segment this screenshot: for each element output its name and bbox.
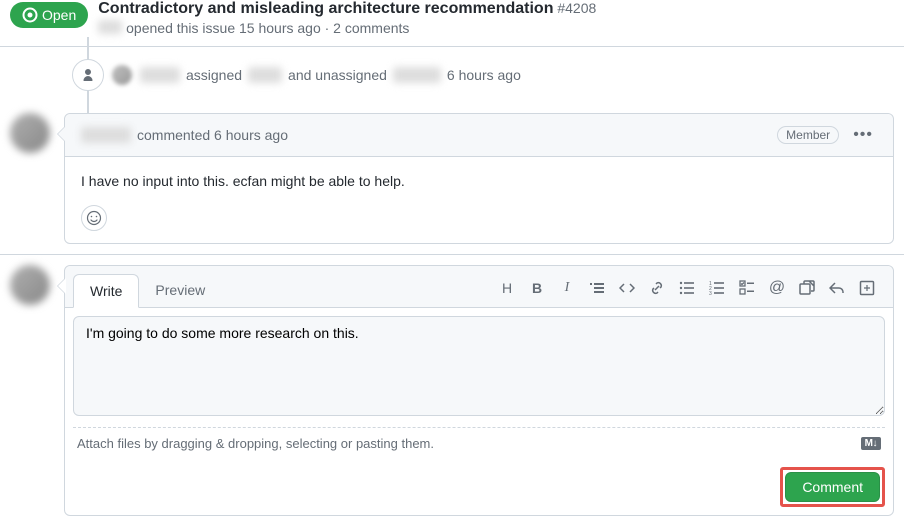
status-badge: Open [10, 2, 88, 28]
kebab-menu-icon[interactable]: ••• [849, 122, 877, 148]
numbered-list-icon[interactable]: 123 [709, 280, 725, 296]
smiley-icon [86, 210, 102, 226]
avatar [10, 113, 50, 153]
comment-textarea[interactable] [73, 316, 885, 416]
bold-icon[interactable]: B [529, 280, 545, 296]
avatar [112, 65, 132, 85]
issue-open-icon [22, 7, 38, 23]
comment-action: commented 6 hours ago [137, 127, 288, 143]
markdown-icon[interactable]: M↓ [861, 437, 881, 450]
reply-icon[interactable] [829, 280, 845, 296]
status-label: Open [42, 7, 76, 23]
cross-reference-icon[interactable] [799, 280, 815, 296]
comment-button-highlight: Comment [780, 467, 885, 507]
link-icon[interactable] [649, 280, 665, 296]
member-badge: Member [777, 126, 839, 144]
new-comment-box: Write Preview H B I 123 @ [64, 265, 894, 516]
tab-preview[interactable]: Preview [139, 274, 221, 307]
comment-button[interactable]: Comment [785, 472, 880, 502]
person-icon [72, 59, 104, 91]
bullet-list-icon[interactable] [679, 280, 695, 296]
quote-icon[interactable] [589, 280, 605, 296]
author-avatar-blur [98, 20, 122, 34]
task-list-icon[interactable] [739, 280, 755, 296]
issue-header: Open Contradictory and misleading archit… [0, 0, 904, 47]
issue-title: Contradictory and misleading architectur… [98, 0, 553, 17]
issue-subline: opened this issue 15 hours ago · 2 comme… [126, 20, 409, 36]
suggestion-icon[interactable] [859, 280, 875, 296]
svg-text:3: 3 [709, 291, 712, 296]
mention-icon[interactable]: @ [769, 280, 785, 296]
comment-box: commented 6 hours ago Member ••• I have … [64, 113, 894, 244]
italic-icon[interactable]: I [559, 280, 575, 296]
code-icon[interactable] [619, 280, 635, 296]
tab-write[interactable]: Write [73, 274, 139, 308]
heading-icon[interactable]: H [499, 280, 515, 296]
issue-number: #4208 [557, 0, 596, 16]
add-reaction-button[interactable] [81, 205, 107, 231]
timeline-assign-event: assigned and unassigned 6 hours ago [60, 47, 894, 103]
comment-body: I have no input into this. ecfan might b… [65, 157, 893, 205]
formatting-toolbar: H B I 123 @ [499, 280, 885, 302]
avatar [10, 265, 50, 305]
attach-hint[interactable]: Attach files by dragging & dropping, sel… [77, 436, 434, 451]
